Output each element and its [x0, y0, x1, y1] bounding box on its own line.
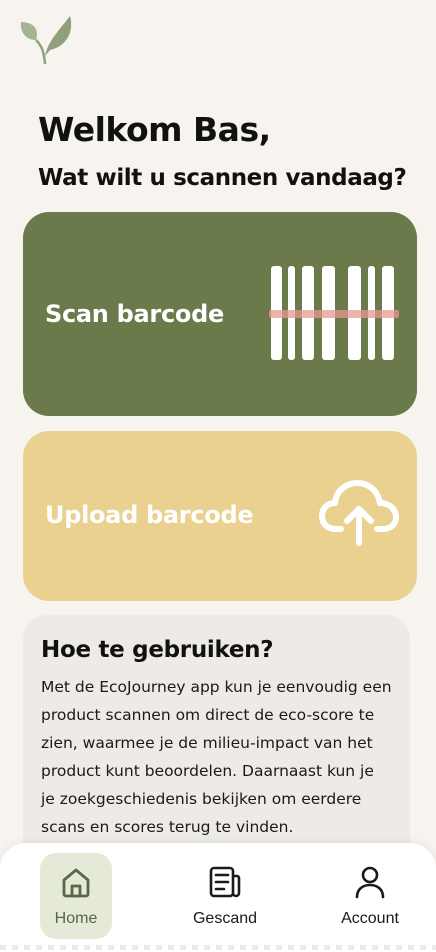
nav-home[interactable]: Home	[40, 853, 112, 939]
how-to-use-text: Met de EcoJourney app kun je eenvoudig e…	[41, 678, 392, 836]
document-icon	[207, 864, 243, 904]
how-to-use-title: Hoe te gebruiken?	[41, 637, 274, 663]
page-subtitle: Wat wilt u scannen vandaag?	[38, 165, 407, 191]
welcome-heading: Welkom Bas,	[38, 110, 271, 149]
how-to-use-card: Hoe te gebruiken? Met de EcoJourney app …	[23, 615, 410, 875]
nav-home-label: Home	[54, 910, 98, 927]
cloud-upload-icon	[319, 479, 399, 549]
leaf-logo-icon	[18, 12, 76, 68]
nav-account-label: Account	[341, 910, 399, 927]
bottom-navigation: Home Gescand Account	[0, 843, 436, 952]
user-icon	[352, 864, 388, 904]
upload-barcode-card[interactable]: Upload barcode	[23, 431, 417, 601]
barcode-scan-icon	[269, 264, 399, 364]
scan-barcode-label: Scan barcode	[45, 300, 224, 328]
scan-barcode-card[interactable]: Scan barcode	[23, 212, 417, 416]
nav-scanned-label: Gescand	[192, 910, 258, 927]
upload-barcode-label: Upload barcode	[45, 501, 254, 529]
nav-account[interactable]: Account	[330, 853, 410, 939]
nav-scanned[interactable]: Gescand	[184, 853, 266, 939]
bottom-edge-divider	[0, 945, 436, 950]
home-icon	[58, 864, 94, 904]
